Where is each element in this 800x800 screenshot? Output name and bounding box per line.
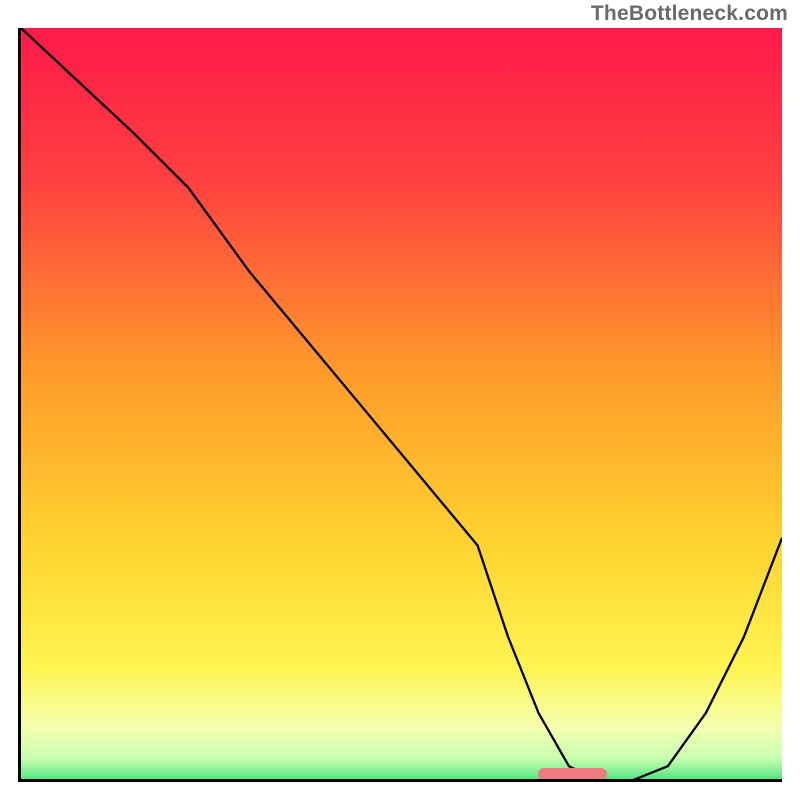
chart-gradient-bg (21, 28, 782, 782)
chart-area (18, 28, 782, 782)
optimum-marker (538, 768, 606, 780)
watermark-label: TheBottleneck.com (591, 2, 788, 26)
